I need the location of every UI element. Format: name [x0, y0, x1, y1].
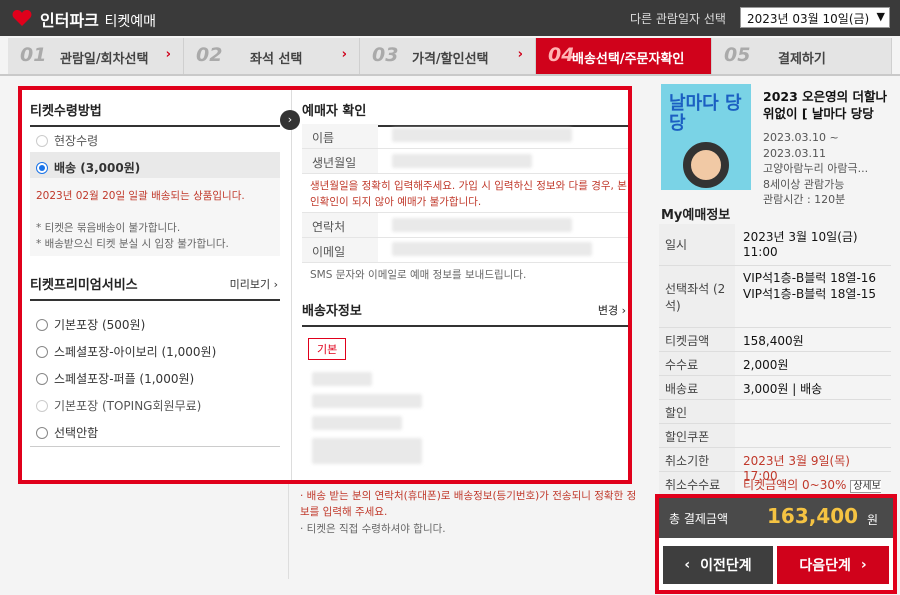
main-panel: 티켓수령방법 현장수령 배송 (3,000원) 2023년 02월 20일 일괄…	[18, 86, 632, 484]
next-step-button[interactable]: 다음단계 ›	[777, 546, 889, 584]
step-4[interactable]: 04 배송선택/주문자확인	[536, 38, 712, 74]
divider	[0, 74, 900, 76]
total-amount: 163,400	[767, 504, 859, 528]
email-value-redacted	[392, 242, 592, 256]
shipping-address-redacted	[312, 438, 422, 464]
radio-icon	[36, 134, 48, 147]
delivery-date-note: 2023년 02월 20일 일괄 배송되는 상품입니다.	[36, 190, 245, 202]
premium-title: 티켓프리미엄서비스 미리보기 ›	[30, 274, 280, 301]
table-row: 할인	[659, 400, 891, 424]
divider	[30, 446, 280, 447]
birth-value-redacted	[392, 154, 532, 168]
show-info: 2023.03.10 ~ 2023.03.11 고양아람누리 아람극... 8세…	[763, 131, 869, 206]
total-unit: 원	[867, 513, 879, 527]
premium-option-ivory[interactable]: 스페셜포장-아이보리 (1,000원)	[36, 343, 216, 360]
step-2[interactable]: 02 좌석 선택 ›	[184, 38, 360, 74]
change-link[interactable]: 변경 ›	[598, 302, 626, 318]
booking-info-table: 일시 2023년 3월 10일(금) 11:00 선택좌석 (2석) VIP석1…	[659, 224, 891, 509]
step-navigation: 01 관람일/회차선택 › 02 좌석 선택 › 03 가격/할인선택 › 04…	[8, 38, 892, 74]
order-sidebar: 날마다 당당 2023 오은영의 더할나위없이 [ 날마다 당당 2023.03…	[655, 84, 897, 594]
table-row: 배송료 3,000원 | 배송	[659, 376, 891, 400]
radio-icon	[36, 426, 48, 439]
sms-note: SMS 문자와 이메일로 예매 정보를 보내드립니다.	[310, 269, 527, 281]
radio-icon	[36, 161, 48, 174]
shipping-title: 배송자정보 변경 ›	[302, 300, 628, 327]
table-row: 선택좌석 (2석) VIP석1층-B블럭 18열-16 VIP석1층-B블럭 1…	[659, 266, 891, 328]
chevron-right-icon: ›	[341, 47, 347, 62]
chevron-down-icon: ▼	[876, 10, 885, 23]
pickup-option[interactable]: 현장수령	[36, 132, 98, 149]
step-5[interactable]: 05 결제하기	[712, 38, 892, 74]
direct-pickup-note: · 티켓은 직접 수령하셔야 합니다.	[300, 523, 446, 535]
step-1[interactable]: 01 관람일/회차선택 ›	[8, 38, 184, 74]
person-face-image	[683, 142, 729, 188]
show-poster: 날마다 당당	[661, 84, 751, 190]
date-select[interactable]: 2023년 03월 10일(금) ▼	[740, 7, 890, 28]
table-row: 취소수수료 티켓금액의 0~30% 상세보기	[659, 472, 891, 509]
preview-link[interactable]: 미리보기 ›	[230, 276, 278, 292]
radio-icon	[36, 318, 48, 331]
loss-note: * 배송받으신 티켓 분실 시 입장 불가합니다.	[36, 238, 229, 250]
radio-icon	[36, 372, 48, 385]
prev-step-button[interactable]: ‹ 이전단계	[663, 546, 773, 584]
show-title: 2023 오은영의 더할나위없이 [ 날마다 당당	[763, 89, 887, 121]
name-label: 이름	[312, 131, 335, 145]
shipping-zip-redacted	[312, 416, 402, 430]
premium-option-basic[interactable]: 기본포장 (500원)	[36, 316, 145, 333]
table-row: 할인쿠폰	[659, 424, 891, 448]
right-pane: 예매자 확인 이름 생년월일 생년월일을 정확히 입력해주세요. 가입 시 입력…	[302, 90, 632, 480]
logo-text: 인터파크 티켓예매	[40, 11, 156, 30]
name-value-redacted	[392, 128, 572, 142]
phone-label: 연락처	[312, 220, 346, 234]
my-booking-title: My예매정보	[661, 208, 731, 223]
chevron-right-icon: ›	[165, 47, 171, 62]
default-address-tag: 기본	[308, 338, 347, 360]
top-bar: 인터파크 티켓예매 다른 관람일자 선택 2023년 03월 10일(금) ▼	[0, 0, 900, 36]
chevron-right-icon: ›	[860, 557, 867, 573]
step-3[interactable]: 03 가격/할인선택 ›	[360, 38, 536, 74]
phone-value-redacted	[392, 218, 572, 232]
ticket-method-title: 티켓수령방법	[30, 100, 280, 127]
shipping-name-redacted	[312, 372, 372, 386]
birth-label: 생년월일	[312, 156, 357, 170]
total-label: 총 결제금액	[669, 512, 729, 526]
table-row: 수수료 2,000원	[659, 352, 891, 376]
delivery-option[interactable]: 배송 (3,000원)	[36, 159, 140, 176]
total-payment-box: 총 결제금액 163,400 원 ‹ 이전단계 다음단계 ›	[655, 494, 897, 594]
left-pane: 티켓수령방법 현장수령 배송 (3,000원) 2023년 02월 20일 일괄…	[22, 90, 292, 480]
chevron-right-icon: ›	[517, 47, 523, 62]
table-row: 일시 2023년 3월 10일(금) 11:00	[659, 224, 891, 266]
shipping-phone-redacted	[312, 394, 422, 408]
email-label: 이메일	[312, 245, 346, 259]
table-row: 티켓금액 158,400원	[659, 328, 891, 352]
premium-option-toping[interactable]: 기본포장 (TOPING회원무료)	[36, 397, 201, 414]
table-row: 취소기한 2023년 3월 9일(목) 17:00	[659, 448, 891, 483]
heart-logo-icon	[12, 10, 32, 26]
chevron-left-icon: ‹	[684, 557, 691, 573]
premium-option-purple[interactable]: 스페셜포장-퍼플 (1,000원)	[36, 370, 194, 387]
chevron-right-icon: ›	[280, 110, 300, 130]
bundle-note: * 티켓은 묶음배송이 불가합니다.	[36, 222, 181, 234]
premium-option-none[interactable]: 선택안함	[36, 424, 98, 441]
shipping-info-note: · 배송 받는 분의 연락처(휴대폰)로 배송정보(등기번호)가 전송되니 정확…	[300, 490, 637, 518]
date-select-label: 다른 관람일자 선택	[630, 12, 726, 26]
booker-title: 예매자 확인	[302, 100, 628, 127]
radio-icon	[36, 345, 48, 358]
birth-warning: 생년월일을 정확히 입력해주세요. 가입 시 입력하신 정보와 다를 경우, 본…	[310, 180, 627, 208]
radio-icon	[36, 399, 48, 412]
